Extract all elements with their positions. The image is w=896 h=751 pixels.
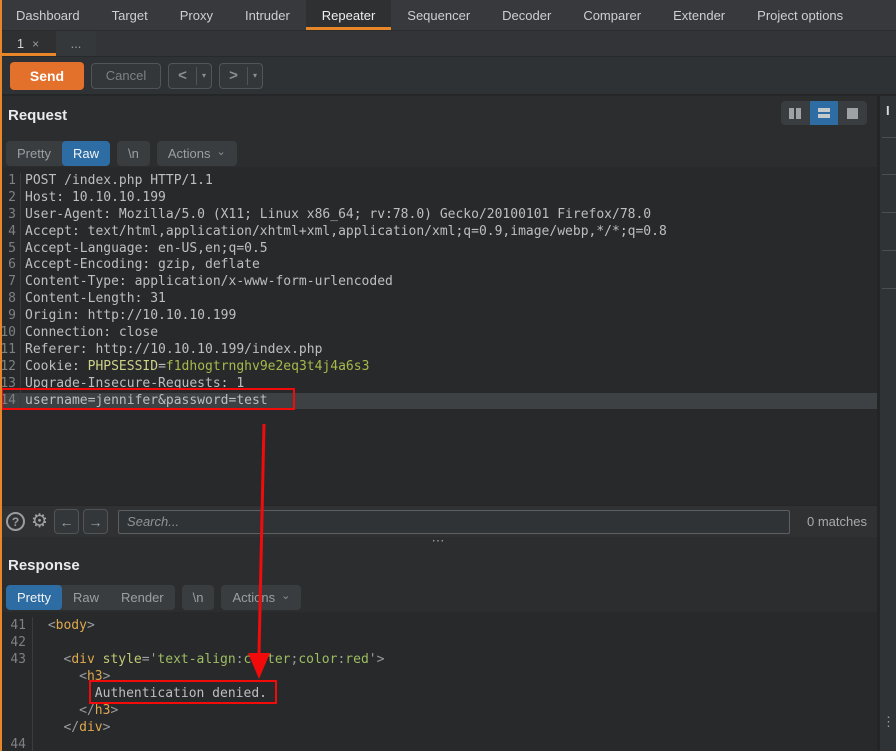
code-line: 4Accept: text/html,application/xhtml+xml… (0, 224, 877, 241)
panel-splitter-handle[interactable]: ⋯ (0, 535, 877, 547)
response-newline-toggle[interactable]: \n (182, 585, 215, 610)
menu-item-comparer[interactable]: Comparer (567, 0, 657, 30)
send-button[interactable]: Send (10, 62, 84, 90)
menu-item-sequencer[interactable]: Sequencer (391, 0, 486, 30)
code-line: <h3> (0, 668, 877, 685)
menu-item-repeater[interactable]: Repeater (306, 0, 391, 30)
close-icon[interactable]: × (32, 37, 39, 51)
request-view-chips: Pretty Raw \n Actions ⌄ (6, 141, 237, 166)
code-line: 42 (0, 634, 877, 651)
code-line: 44 (0, 736, 877, 751)
code-line: 6Accept-Encoding: gzip, deflate (0, 257, 877, 274)
prev-icon: < (169, 67, 196, 84)
inspector-label: I (886, 103, 890, 118)
menu-item-decoder[interactable]: Decoder (486, 0, 567, 30)
request-actions-button[interactable]: Actions ⌄ (157, 141, 237, 166)
search-next-icon[interactable]: → (83, 509, 108, 534)
chevron-down-icon: ⌄ (216, 145, 225, 158)
menu-item-extender[interactable]: Extender (657, 0, 741, 30)
match-count: 0 matches (807, 514, 871, 529)
menu-item-target[interactable]: Target (96, 0, 164, 30)
search-input[interactable] (118, 510, 790, 534)
menu-item-intruder[interactable]: Intruder (229, 0, 306, 30)
cancel-button[interactable]: Cancel (91, 63, 161, 89)
next-icon: > (220, 67, 247, 84)
response-raw-tab[interactable]: Raw (62, 585, 110, 610)
inspector-panel-edge[interactable]: I ⋮ (877, 96, 896, 751)
layout-switcher (781, 101, 867, 125)
window-accent-edge (0, 0, 2, 751)
repeater-tab-more-label: ... (71, 36, 82, 51)
request-pretty-tab[interactable]: Pretty (6, 141, 62, 166)
request-editor[interactable]: 1POST /index.php HTTP/1.12Host: 10.10.10… (0, 167, 877, 505)
chevron-down-icon: ⌄ (281, 589, 290, 602)
response-actions-button[interactable]: Actions ⌄ (221, 585, 301, 610)
code-line: 43 <div style='text-align:center;color:r… (0, 651, 877, 668)
next-request-button[interactable]: > ▾ (219, 63, 263, 89)
code-line: 2Host: 10.10.10.199 (0, 190, 877, 207)
search-prev-icon[interactable]: ← (54, 509, 79, 534)
burp-repeater-window: DashboardTargetProxyIntruderRepeaterSequ… (0, 0, 896, 751)
prev-request-button[interactable]: < ▾ (168, 63, 212, 89)
menu-item-dashboard[interactable]: Dashboard (0, 0, 96, 30)
request-newline-toggle[interactable]: \n (117, 141, 150, 166)
menu-item-proxy[interactable]: Proxy (164, 0, 229, 30)
code-line: Authentication denied. (0, 685, 877, 702)
repeater-tab-1[interactable]: 1 × (0, 31, 56, 56)
code-line: </h3> (0, 702, 877, 719)
help-icon[interactable]: ? (6, 512, 25, 531)
dropdown-caret-icon[interactable]: ▾ (197, 71, 211, 80)
dropdown-caret-icon[interactable]: ▾ (248, 71, 262, 80)
code-line: </div> (0, 719, 877, 736)
response-view-chips: Pretty Raw Render \n Actions ⌄ (6, 585, 301, 610)
repeater-tab-more[interactable]: ... (56, 31, 96, 56)
response-editor[interactable]: 41 <body>4243 <div style='text-align:cen… (0, 612, 877, 751)
resize-grip-icon[interactable]: ⋮ (882, 718, 895, 725)
code-line: 10Connection: close (0, 325, 877, 342)
single-pane-layout-icon[interactable] (838, 101, 867, 125)
code-line: 12Cookie: PHPSESSID=f1dhogtrnghv9e2eq3t4… (0, 359, 877, 376)
repeater-tabbar: 1 × ... (0, 31, 896, 57)
code-line: 9Origin: http://10.10.10.199 (0, 308, 877, 325)
response-pretty-tab[interactable]: Pretty (6, 585, 62, 610)
response-render-tab[interactable]: Render (110, 585, 175, 610)
code-line: 3User-Agent: Mozilla/5.0 (X11; Linux x86… (0, 207, 877, 224)
rows-layout-icon[interactable] (810, 101, 839, 125)
menu-item-project-options[interactable]: Project options (741, 0, 859, 30)
repeater-tab-1-label: 1 (17, 36, 24, 51)
code-line: 14username=jennifer&password=test (0, 393, 877, 410)
code-line: 13Upgrade-Insecure-Requests: 1 (0, 376, 877, 393)
code-line: 11Referer: http://10.10.10.199/index.php (0, 342, 877, 359)
request-panel-title: Request (8, 107, 67, 124)
columns-layout-icon[interactable] (781, 101, 810, 125)
code-line: 8Content-Length: 31 (0, 291, 877, 308)
response-panel-title: Response (8, 557, 80, 574)
code-line: 41 <body> (0, 617, 877, 634)
menubar: DashboardTargetProxyIntruderRepeaterSequ… (0, 0, 896, 31)
code-line: 5Accept-Language: en-US,en;q=0.5 (0, 241, 877, 258)
request-raw-tab[interactable]: Raw (62, 141, 110, 166)
code-line: 7Content-Type: application/x-www-form-ur… (0, 274, 877, 291)
send-toolbar: Send Cancel < ▾ > ▾ (0, 57, 896, 96)
gear-icon[interactable]: ⚙ (31, 512, 48, 531)
code-line: 1POST /index.php HTTP/1.1 (0, 173, 877, 190)
